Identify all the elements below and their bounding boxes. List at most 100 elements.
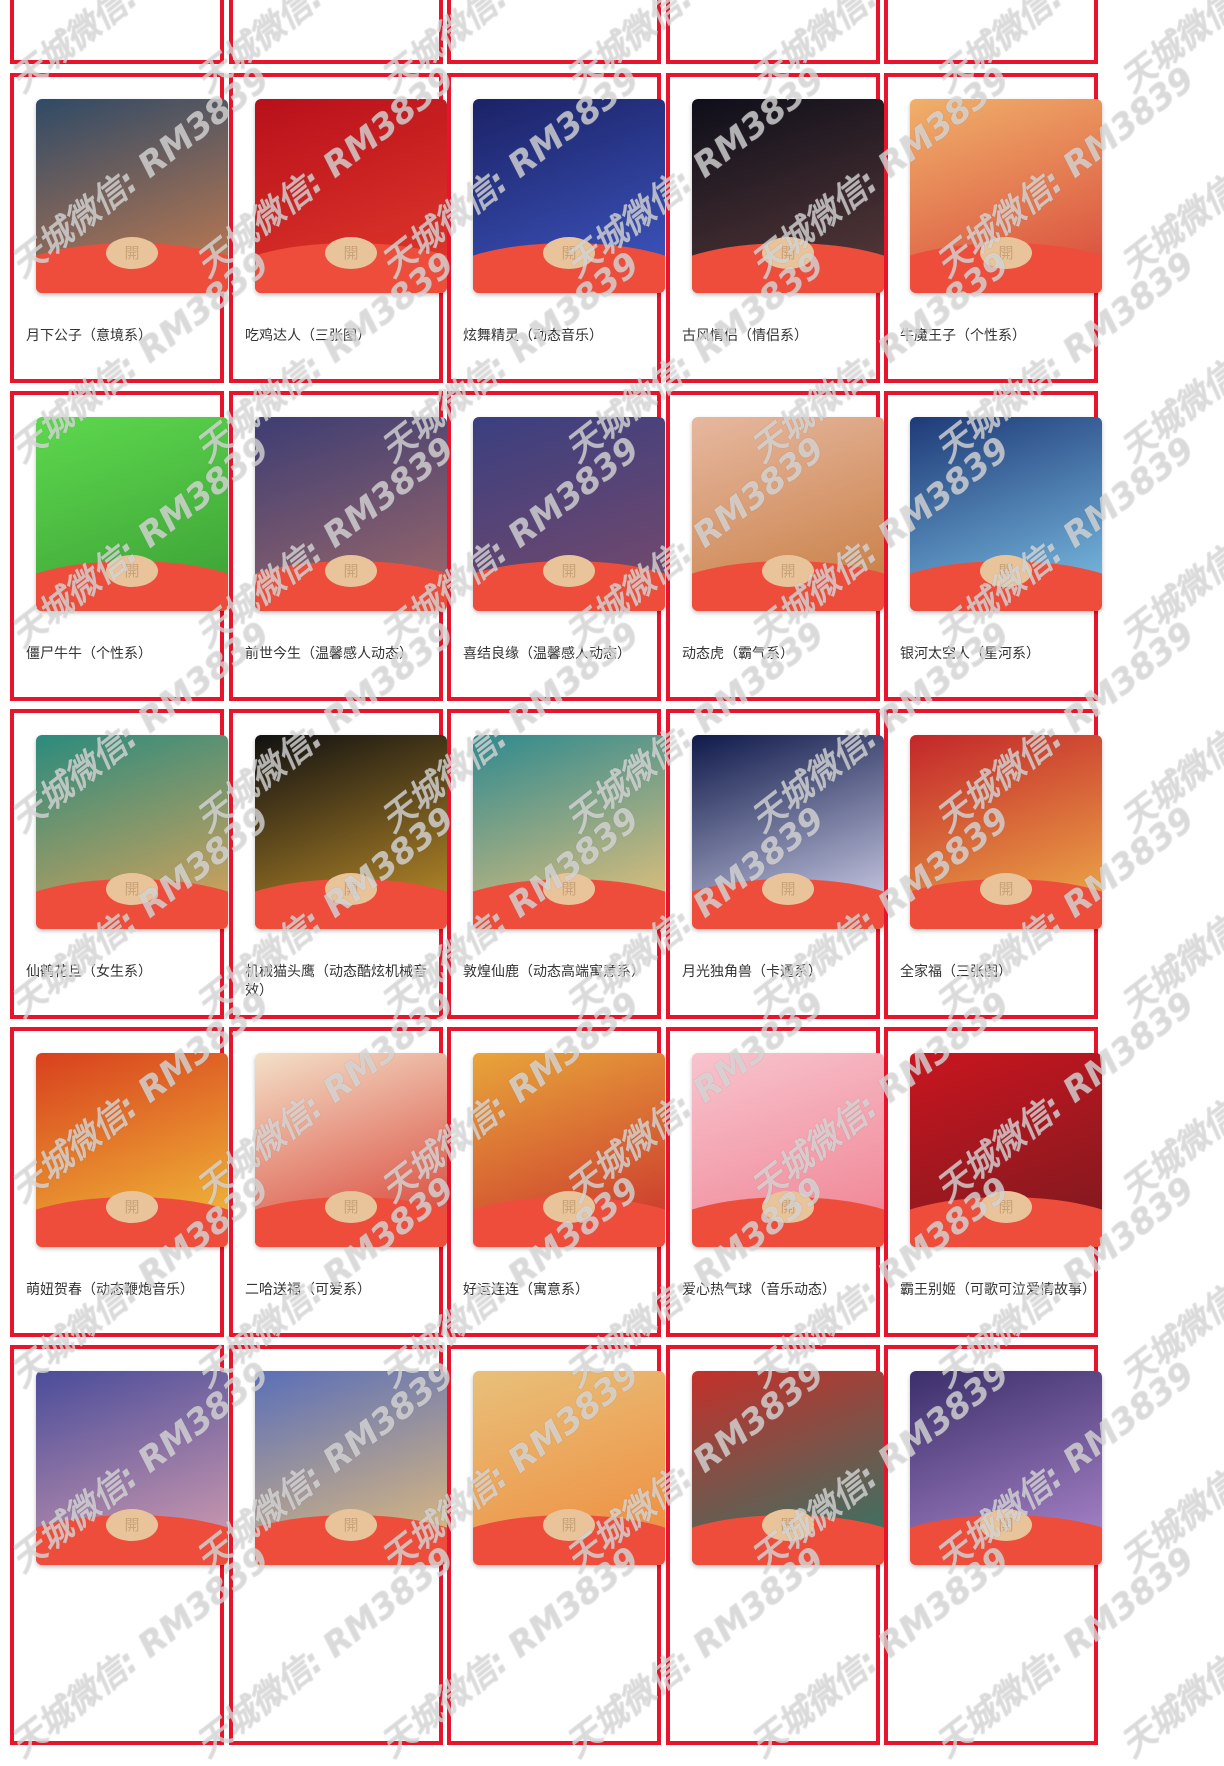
open-seal-icon[interactable]: 開 <box>543 555 595 587</box>
open-seal-icon[interactable]: 開 <box>325 237 377 269</box>
card-title: 牛魔王子（个性系） <box>900 328 1026 344</box>
card-title: 霸王别姬（可歌可泣爱情故事） <box>900 1282 1096 1298</box>
red-envelope-card[interactable]: 開二哈送福（可爱系） <box>229 1027 447 1337</box>
red-envelope-card[interactable]: 開 <box>666 1345 884 1745</box>
card-title: 银河太空人（星河系） <box>900 646 1040 662</box>
envelope-cover-image[interactable]: 開 <box>692 735 884 929</box>
open-seal-icon[interactable]: 開 <box>543 1191 595 1223</box>
open-seal-icon[interactable]: 開 <box>106 237 158 269</box>
red-envelope-card[interactable]: 開牛魔王子（个性系） <box>884 73 1102 383</box>
envelope-cover-image[interactable]: 開 <box>910 99 1102 293</box>
open-seal-icon[interactable]: 開 <box>325 555 377 587</box>
red-envelope-card[interactable]: 開月下公子（意境系） <box>10 73 228 383</box>
envelope-cover-image[interactable]: 開 <box>255 1053 447 1247</box>
card-title: 全家福（三张图） <box>900 964 1012 980</box>
envelope-cover-image[interactable]: 開 <box>255 735 447 929</box>
open-seal-icon[interactable]: 開 <box>762 237 814 269</box>
card-title: 敦煌仙鹿（动态高端寓意系） <box>463 964 645 980</box>
card-title: 爱心热气球（音乐动态） <box>682 1282 836 1298</box>
red-envelope-card[interactable]: 開银河太空人（星河系） <box>884 391 1102 701</box>
open-seal-icon[interactable]: 開 <box>325 1509 377 1541</box>
red-envelope-card[interactable]: 開 <box>447 1345 665 1745</box>
card-partial-top[interactable] <box>10 0 224 64</box>
card-title: 前世今生（温馨感人动态） <box>245 646 413 662</box>
red-envelope-card[interactable]: 開 <box>229 1345 447 1745</box>
red-envelope-card[interactable]: 開月光独角兽（卡通系） <box>666 709 884 1019</box>
red-envelope-card[interactable]: 開爱心热气球（音乐动态） <box>666 1027 884 1337</box>
red-envelope-card[interactable]: 開喜结良缘（温馨感人动态） <box>447 391 665 701</box>
red-envelope-card[interactable]: 開萌妞贺春（动态鞭炮音乐） <box>10 1027 228 1337</box>
red-envelope-card[interactable]: 開仙鹤花旦（女生系） <box>10 709 228 1019</box>
open-seal-icon[interactable]: 開 <box>980 555 1032 587</box>
envelope-cover-image[interactable]: 開 <box>36 735 228 929</box>
open-seal-icon[interactable]: 開 <box>106 873 158 905</box>
card-title: 动态虎（霸气系） <box>682 646 794 662</box>
envelope-cover-image[interactable]: 開 <box>692 1053 884 1247</box>
open-seal-icon[interactable]: 開 <box>762 1191 814 1223</box>
envelope-cover-image[interactable]: 開 <box>473 735 665 929</box>
envelope-cover-image[interactable]: 開 <box>692 417 884 611</box>
card-partial-top[interactable] <box>884 0 1098 64</box>
envelope-cover-image[interactable]: 開 <box>473 1371 665 1565</box>
envelope-cover-image[interactable]: 開 <box>473 417 665 611</box>
envelope-cover-image[interactable]: 開 <box>910 417 1102 611</box>
open-seal-icon[interactable]: 開 <box>543 1509 595 1541</box>
envelope-cover-image[interactable]: 開 <box>692 99 884 293</box>
card-title: 二哈送福（可爱系） <box>245 1282 371 1298</box>
open-seal-icon[interactable]: 開 <box>543 873 595 905</box>
card-title: 萌妞贺春（动态鞭炮音乐） <box>26 1282 194 1298</box>
open-seal-icon[interactable]: 開 <box>325 873 377 905</box>
card-title: 月光独角兽（卡通系） <box>682 964 822 980</box>
open-seal-icon[interactable]: 開 <box>325 1191 377 1223</box>
red-envelope-card[interactable]: 開炫舞精灵（动态音乐） <box>447 73 665 383</box>
red-envelope-card[interactable]: 開前世今生（温馨感人动态） <box>229 391 447 701</box>
open-seal-icon[interactable]: 開 <box>980 237 1032 269</box>
red-envelope-card[interactable]: 開僵尸牛牛（个性系） <box>10 391 228 701</box>
envelope-cover-image[interactable]: 開 <box>910 735 1102 929</box>
card-title: 吃鸡达人（三张图） <box>245 328 371 344</box>
red-envelope-card[interactable]: 開吃鸡达人（三张图） <box>229 73 447 383</box>
red-envelope-grid: 開月下公子（意境系）開吃鸡达人（三张图）開炫舞精灵（动态音乐）開古风情侣（情侣系… <box>0 0 1224 1745</box>
card-partial-top[interactable] <box>229 0 443 64</box>
card-title: 月下公子（意境系） <box>26 328 152 344</box>
envelope-cover-image[interactable]: 開 <box>36 99 228 293</box>
open-seal-icon[interactable]: 開 <box>762 1509 814 1541</box>
card-title: 僵尸牛牛（个性系） <box>26 646 152 662</box>
envelope-cover-image[interactable]: 開 <box>255 1371 447 1565</box>
card-title: 仙鹤花旦（女生系） <box>26 964 152 980</box>
open-seal-icon[interactable]: 開 <box>980 1509 1032 1541</box>
envelope-cover-image[interactable]: 開 <box>36 1371 228 1565</box>
envelope-cover-image[interactable]: 開 <box>36 417 228 611</box>
envelope-cover-image[interactable]: 開 <box>910 1053 1102 1247</box>
red-envelope-card[interactable]: 開古风情侣（情侣系） <box>666 73 884 383</box>
envelope-cover-image[interactable]: 開 <box>36 1053 228 1247</box>
card-partial-top[interactable] <box>666 0 880 64</box>
envelope-cover-image[interactable]: 開 <box>910 1371 1102 1565</box>
open-seal-icon[interactable]: 開 <box>980 1191 1032 1223</box>
envelope-cover-image[interactable]: 開 <box>473 99 665 293</box>
envelope-cover-image[interactable]: 開 <box>255 417 447 611</box>
open-seal-icon[interactable]: 開 <box>106 1191 158 1223</box>
envelope-cover-image[interactable]: 開 <box>692 1371 884 1565</box>
card-title: 古风情侣（情侣系） <box>682 328 808 344</box>
red-envelope-card[interactable]: 開动态虎（霸气系） <box>666 391 884 701</box>
card-partial-top[interactable] <box>447 0 661 64</box>
envelope-cover-image[interactable]: 開 <box>473 1053 665 1247</box>
red-envelope-card[interactable]: 開好运连连（寓意系） <box>447 1027 665 1337</box>
open-seal-icon[interactable]: 開 <box>980 873 1032 905</box>
open-seal-icon[interactable]: 開 <box>543 237 595 269</box>
red-envelope-card[interactable]: 開机械猫头鹰（动态酷炫机械音效） <box>229 709 447 1019</box>
card-title: 喜结良缘（温馨感人动态） <box>463 646 631 662</box>
red-envelope-card[interactable]: 開霸王别姬（可歌可泣爱情故事） <box>884 1027 1102 1337</box>
red-envelope-card[interactable]: 開全家福（三张图） <box>884 709 1102 1019</box>
red-envelope-card[interactable]: 開 <box>884 1345 1102 1745</box>
card-title: 炫舞精灵（动态音乐） <box>463 328 603 344</box>
open-seal-icon[interactable]: 開 <box>762 873 814 905</box>
open-seal-icon[interactable]: 開 <box>106 555 158 587</box>
envelope-cover-image[interactable]: 開 <box>255 99 447 293</box>
red-envelope-card[interactable]: 開 <box>10 1345 228 1745</box>
open-seal-icon[interactable]: 開 <box>106 1509 158 1541</box>
open-seal-icon[interactable]: 開 <box>762 555 814 587</box>
red-envelope-card[interactable]: 開敦煌仙鹿（动态高端寓意系） <box>447 709 665 1019</box>
card-title: 机械猫头鹰（动态酷炫机械音效） <box>245 964 427 999</box>
